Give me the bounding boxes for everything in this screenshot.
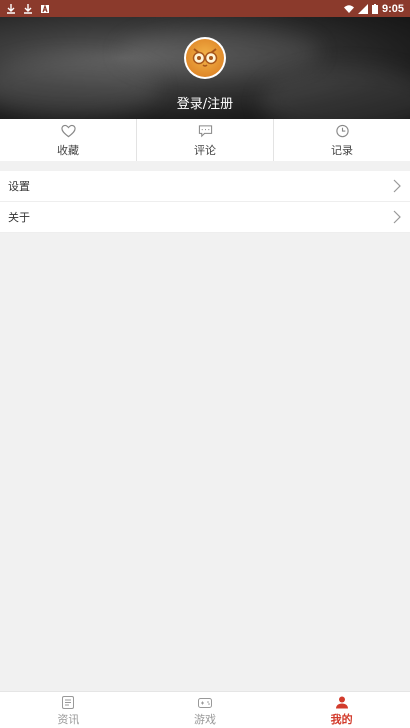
- wifi-icon: [343, 4, 354, 13]
- download-icon: [7, 3, 15, 14]
- menu-item-about[interactable]: 关于: [0, 202, 410, 233]
- tab-comments[interactable]: 评论: [137, 119, 274, 161]
- tab-history-label: 记录: [331, 144, 353, 157]
- nav-mine-label: 我的: [330, 713, 353, 726]
- avatar[interactable]: [184, 37, 226, 79]
- gamepad-icon: [198, 698, 212, 708]
- nav-news-label: 资讯: [57, 713, 80, 726]
- quick-tabs: 收藏 评论 记录: [0, 119, 410, 161]
- nav-mine[interactable]: 我的: [273, 692, 410, 728]
- battery-icon: [371, 3, 378, 14]
- tab-favorites-label: 收藏: [57, 144, 79, 157]
- tab-favorites[interactable]: 收藏: [0, 119, 137, 161]
- menu-item-label: 设置: [8, 180, 30, 193]
- nav-news[interactable]: 资讯: [0, 692, 137, 728]
- tab-comments-label: 评论: [194, 144, 216, 157]
- chevron-right-icon: [393, 210, 401, 224]
- login-register-link[interactable]: 登录/注册: [0, 93, 410, 112]
- menu-item-label: 关于: [8, 211, 30, 224]
- bottom-nav: 资讯 游戏 我的: [0, 691, 410, 728]
- person-icon: [335, 696, 348, 709]
- news-icon: [62, 696, 75, 709]
- status-time: 9:05: [381, 2, 404, 15]
- owl-avatar-icon: [186, 39, 224, 77]
- nav-games-label: 游戏: [194, 713, 216, 726]
- settings-menu: 设置 关于: [0, 171, 410, 233]
- clock-icon: [335, 124, 349, 138]
- status-bar: 9:05: [0, 0, 410, 17]
- download-icon: [24, 3, 32, 14]
- tab-history[interactable]: 记录: [274, 119, 410, 161]
- nav-games[interactable]: 游戏: [137, 692, 274, 728]
- menu-item-settings[interactable]: 设置: [0, 171, 410, 202]
- comment-icon: [198, 125, 212, 138]
- chevron-right-icon: [393, 179, 401, 193]
- heart-icon: [60, 124, 76, 138]
- signal-icon: [357, 3, 368, 14]
- profile-header: 登录/注册: [0, 17, 410, 119]
- app-notification-icon: [41, 3, 49, 13]
